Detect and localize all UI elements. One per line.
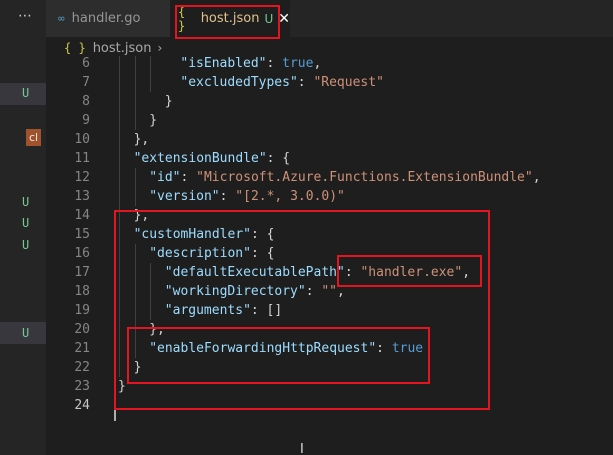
- json-string: "[2.*, 3.0.0)": [235, 189, 345, 204]
- json-key: "version": [149, 189, 220, 204]
- line-number: 18: [74, 284, 90, 299]
- go-file-icon: ∞: [58, 12, 65, 25]
- untracked-badge: U: [22, 326, 30, 340]
- code-content: "excludedTypes": "Request": [180, 73, 384, 92]
- json-key: "id": [149, 170, 181, 185]
- line-number: 15: [74, 227, 90, 242]
- line-number: 9: [82, 113, 90, 128]
- json-string: "Request": [313, 75, 384, 90]
- chevron-right-icon: ›: [157, 41, 163, 55]
- line-number: 13: [74, 189, 90, 204]
- json-punctuation: }: [164, 94, 173, 109]
- code-line[interactable]: 11 "extensionBundle": {: [46, 149, 613, 168]
- mouse-ibeam-icon: I: [300, 442, 304, 455]
- annotation-box-executable: [337, 255, 482, 287]
- code-line[interactable]: 9}: [46, 111, 613, 130]
- line-number: 10: [74, 132, 90, 147]
- json-punctuation: },: [133, 132, 150, 147]
- code-content: }: [165, 92, 173, 111]
- json-boolean: true: [282, 56, 314, 71]
- explorer-strip: ⋯ U cl U U U U: [0, 0, 46, 455]
- code-line[interactable]: 13 "version": "[2.*, 3.0.0)": [46, 187, 613, 206]
- code-content: "version": "[2.*, 3.0.0)": [149, 187, 345, 206]
- tab-handler-go[interactable]: ∞ handler.go: [46, 0, 170, 37]
- line-number: 23: [74, 379, 90, 394]
- code-content: "id": "Microsoft.Azure.Functions.Extensi…: [149, 168, 540, 187]
- json-key: "extensionBundle": [133, 151, 267, 166]
- code-content: }: [149, 111, 157, 130]
- code-line[interactable]: 8}: [46, 92, 613, 111]
- line-number: 14: [74, 208, 90, 223]
- json-key: "excludedTypes": [180, 75, 298, 90]
- json-punctuation: :: [180, 170, 197, 185]
- file-type-icon: cl: [26, 129, 41, 146]
- code-content: "isEnabled": true,: [180, 56, 321, 73]
- editor-tab-bar: ∞ handler.go { } host.json U ✕: [46, 0, 613, 37]
- line-number: 16: [74, 246, 90, 261]
- line-number: 12: [74, 170, 90, 185]
- ellipsis-icon[interactable]: ⋯: [18, 8, 32, 24]
- untracked-badge: U: [22, 238, 30, 252]
- code-content: "extensionBundle": {: [134, 149, 291, 168]
- json-punctuation: ,: [532, 170, 541, 185]
- line-number: 19: [74, 303, 90, 318]
- code-line[interactable]: 12 "id": "Microsoft.Azure.Functions.Exten…: [46, 168, 613, 187]
- annotation-box-forwarding: [127, 327, 430, 384]
- line-number: 11: [74, 151, 90, 166]
- json-punctuation: }: [149, 113, 158, 128]
- untracked-badge: U: [22, 216, 30, 230]
- code-line[interactable]: 7 "excludedTypes": "Request": [46, 73, 613, 92]
- tab-label: handler.go: [71, 11, 141, 26]
- annotation-box-tab: [175, 5, 280, 39]
- json-punctuation: :: [219, 189, 236, 204]
- json-key: "isEnabled": [180, 56, 267, 71]
- untracked-badge: U: [22, 86, 30, 100]
- line-number: 17: [74, 265, 90, 280]
- code-line[interactable]: 6 "isEnabled": true,: [46, 56, 613, 73]
- json-punctuation: : {: [266, 151, 291, 166]
- json-file-icon: { }: [64, 41, 86, 55]
- breadcrumb-file[interactable]: host.json: [93, 41, 152, 56]
- untracked-badge: U: [22, 195, 30, 209]
- json-string: "Microsoft.Azure.Functions.ExtensionBund…: [196, 170, 533, 185]
- line-number: 22: [74, 360, 90, 375]
- code-line[interactable]: 10},: [46, 130, 613, 149]
- line-number: 24: [74, 398, 90, 413]
- line-number: 7: [82, 75, 90, 90]
- line-number: 8: [82, 94, 90, 109]
- line-number: 20: [74, 322, 90, 337]
- line-number: 6: [82, 56, 90, 71]
- close-icon[interactable]: ✕: [278, 11, 290, 27]
- code-content: },: [134, 130, 150, 149]
- json-punctuation: :: [266, 56, 283, 71]
- json-punctuation: ,: [313, 56, 322, 71]
- line-number: 21: [74, 341, 90, 356]
- json-punctuation: :: [297, 75, 314, 90]
